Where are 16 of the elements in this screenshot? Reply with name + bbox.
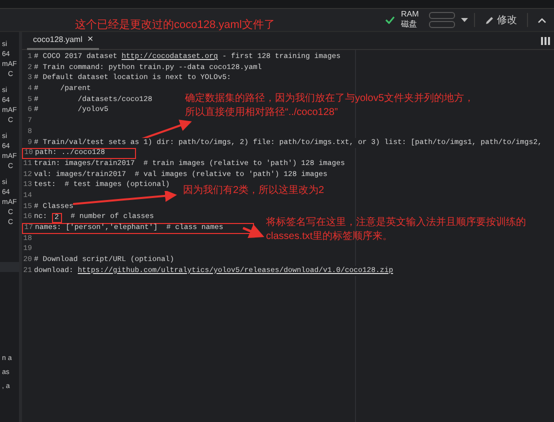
edit-button[interactable]: 修改	[481, 13, 521, 27]
annotation-text: 将标签名写在这里，注意是英文输入法并且顺序要按训练的classes.txt里的标签顺序来。	[266, 216, 527, 244]
ram-meter	[429, 12, 455, 19]
annotation-text: 确定数据集的路径，因为我们放在了与yolov5文件夹并列的地方，所以直接使用相对路径“../coco128”	[185, 92, 475, 120]
collapse-icon[interactable]	[538, 18, 546, 22]
disk-meter	[429, 21, 455, 28]
disk-label: 磁盘	[400, 21, 418, 29]
annotation-text: 这个已经是更改过的coco128.yaml文件了	[75, 18, 275, 32]
annotation-text: 因为我们有2类，所以这里改为2	[183, 184, 324, 198]
file-tab[interactable]: coco128.yaml ×	[27, 32, 100, 50]
columns-icon[interactable]	[541, 36, 550, 44]
pencil-icon	[485, 16, 494, 24]
caret-icon[interactable]	[461, 18, 468, 22]
close-icon[interactable]: ×	[87, 34, 94, 45]
ram-label: RAM	[400, 11, 419, 19]
check-icon	[384, 16, 395, 24]
